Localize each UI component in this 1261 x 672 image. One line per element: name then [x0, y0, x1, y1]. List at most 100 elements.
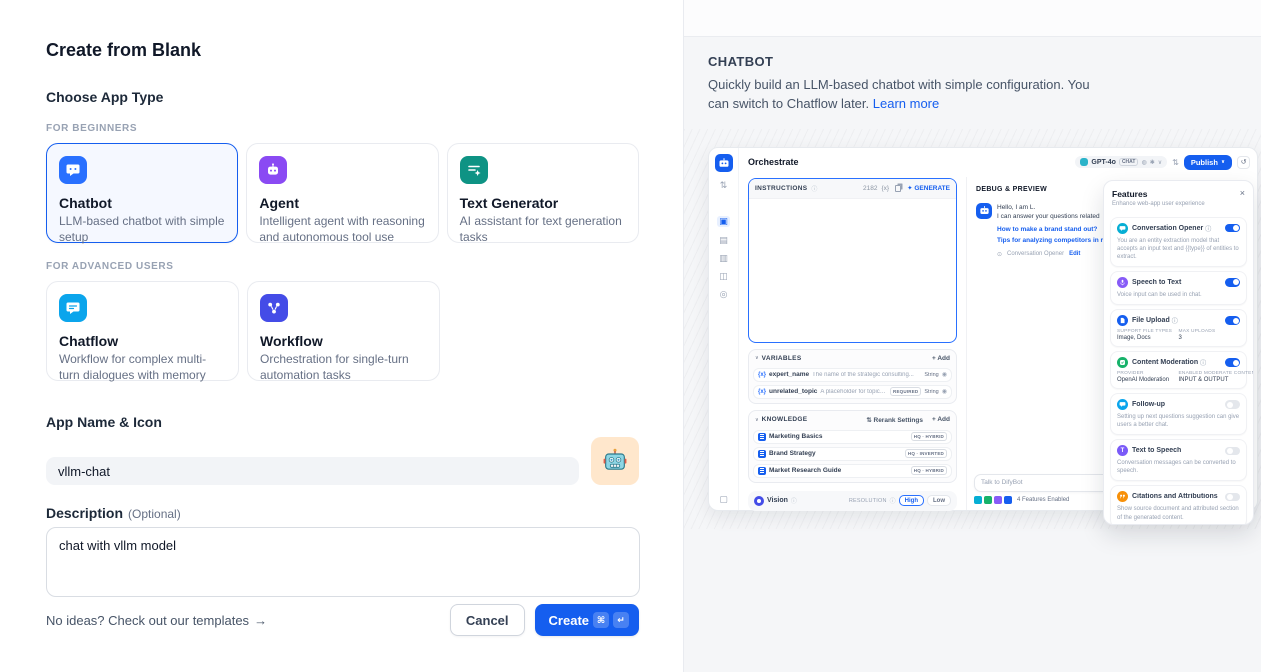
- add-variable-button: + Add: [932, 355, 950, 362]
- moderation-feature-icon: [984, 496, 992, 504]
- app-type-card-chatbot[interactable]: Chatbot LLM-based chatbot with simple se…: [46, 143, 238, 243]
- preview-app-title: Orchestrate: [748, 157, 799, 167]
- app-type-card-agent[interactable]: Agent Intelligent agent with reasoning a…: [246, 143, 438, 243]
- knowledge-row: Brand Strategy HQ · INVERTED: [753, 447, 952, 461]
- info-icon: ⓘ: [1200, 358, 1206, 367]
- resolution-low-option: Low: [927, 495, 951, 506]
- swap-icon: ⇅: [720, 181, 728, 190]
- card-title: Chatflow: [59, 333, 226, 349]
- required-badge: REQUIRED: [890, 387, 921, 396]
- knowledge-card: ∨ KNOWLEDGE ⇅ Rerank Settings + Add Mark…: [748, 410, 957, 483]
- app-type-card-chatflow[interactable]: Chatflow Workflow for complex multi-turn…: [46, 281, 239, 381]
- chevron-down-icon: ∨: [1158, 159, 1162, 166]
- follow-up-icon: [1117, 399, 1128, 410]
- chevron-down-icon: ∨: [1221, 159, 1225, 165]
- gallery-nav-icon: ▤: [719, 236, 728, 245]
- variable-row: {x} expert_name The name of the strategi…: [753, 368, 952, 382]
- history-icon: ↺: [1237, 156, 1250, 169]
- toggle-on: [1225, 278, 1240, 287]
- preview-sidebar: ⇅ ▣ ▤ ▥ ◫ ◎ ▢: [709, 148, 739, 510]
- beginner-cards-row: Chatbot LLM-based chatbot with simple se…: [46, 143, 639, 243]
- features-panel: Features × Enhance web-app user experien…: [1103, 180, 1254, 525]
- preview-illustration-area: ⇅ ▣ ▤ ▥ ◫ ◎ ▢ Orchestrate GPT-4o: [684, 129, 1261, 529]
- top-strip: [684, 0, 1261, 37]
- resolution-high-option: High: [899, 495, 924, 506]
- preview-description: Quickly build an LLM-based chatbot with …: [708, 76, 1106, 114]
- app-type-card-workflow[interactable]: Workflow Orchestration for single-turn a…: [247, 281, 440, 381]
- content-moderation-icon: [1117, 357, 1128, 368]
- char-count: 2182: [863, 185, 877, 192]
- opener-icon: ⊙: [997, 251, 1002, 258]
- feature-content-moderation: Content Moderationⓘ PROVIDER OpenAI Mode…: [1110, 351, 1247, 389]
- text-generator-icon: [460, 156, 488, 184]
- chevron-down-icon: ∨: [755, 417, 759, 423]
- rerank-toggle-icon: ⇅: [1172, 158, 1179, 167]
- create-button[interactable]: Create ⌘ ↵: [535, 604, 639, 636]
- learn-more-link[interactable]: Learn more: [873, 96, 939, 111]
- workflow-icon: [260, 294, 288, 322]
- preview-topbar: Orchestrate GPT-4o CHAT ◍ ✱ ∨ ⇅ Publish …: [739, 148, 1257, 177]
- toggle-on: [1225, 224, 1240, 233]
- cmd-key-icon: ⌘: [593, 612, 609, 628]
- model-mode-badge: CHAT: [1119, 158, 1139, 166]
- instructions-panel: INSTRUCTIONS ⓘ 2182 {x} ✦ GENERATE: [748, 178, 957, 343]
- variable-icon: {x}: [882, 185, 890, 192]
- rerank-settings-button: ⇅ Rerank Settings: [866, 416, 923, 424]
- variable-icon: {x}: [758, 389, 766, 395]
- card-description: Workflow for complex multi-turn dialogue…: [59, 352, 226, 384]
- info-icon: ⓘ: [890, 496, 896, 505]
- description-textarea[interactable]: chat with vllm model: [46, 527, 640, 597]
- create-app-modal: Create from Blank Choose App Type FOR BE…: [0, 0, 684, 672]
- info-icon: ⓘ: [811, 184, 817, 193]
- templates-link[interactable]: No ideas? Check out our templates →: [46, 613, 267, 628]
- app-name-input[interactable]: [46, 457, 579, 485]
- logs-nav-icon: ▥: [719, 254, 728, 263]
- speech-to-text-icon: [1117, 277, 1128, 288]
- opener-feature-icon: [974, 496, 982, 504]
- agent-icon: [259, 156, 287, 184]
- generate-button: ✦ GENERATE: [907, 184, 950, 192]
- vision-setting-row: Vision ⓘ RESOLUTION ⓘ High Low: [748, 491, 957, 511]
- preview-config-column: INSTRUCTIONS ⓘ 2182 {x} ✦ GENERATE: [739, 177, 957, 510]
- feature-file-upload: File Uploadⓘ SUPPORT FILE TYPES Image, D…: [1110, 309, 1247, 347]
- model-temp-icon: ◍: [1141, 159, 1146, 166]
- card-description: Intelligent agent with reasoning and aut…: [259, 214, 425, 246]
- text-to-speech-icon: T: [1117, 445, 1128, 456]
- cancel-button[interactable]: Cancel: [450, 604, 525, 636]
- variable-settings-icon: ◉: [942, 388, 947, 395]
- notes-nav-icon: ◫: [719, 272, 728, 281]
- collapse-icon: ▢: [719, 495, 728, 504]
- app-icon-picker[interactable]: [591, 437, 639, 485]
- feature-text-to-speech: T Text to Speech Conversation messages c…: [1110, 439, 1247, 481]
- feature-conversation-opener: Conversation Openerⓘ You are an entity e…: [1110, 217, 1247, 267]
- index-mode-badge: HQ · HYBRID: [911, 432, 947, 441]
- beginners-group-label: FOR BEGINNERS: [46, 123, 639, 134]
- close-icon: ×: [1240, 189, 1245, 198]
- info-icon: ⓘ: [791, 496, 797, 505]
- description-optional-label: (Optional): [128, 507, 181, 521]
- app-type-card-text-generator[interactable]: Text Generator AI assistant for text gen…: [447, 143, 639, 243]
- card-description: Orchestration for single-turn automation…: [260, 352, 427, 384]
- preview-app-logo-icon: [715, 154, 733, 172]
- info-icon: ⓘ: [1205, 224, 1211, 233]
- bot-avatar: [976, 203, 992, 219]
- variable-settings-icon: ◉: [942, 371, 947, 378]
- copy-icon: [895, 185, 901, 192]
- info-icon: ⓘ: [1172, 316, 1178, 325]
- instructions-label: INSTRUCTIONS: [755, 185, 807, 192]
- toggle-off: [1225, 447, 1240, 456]
- variables-card: ∨ VARIABLES + Add {x} expert_name The na…: [748, 349, 957, 404]
- knowledge-doc-icon: [758, 450, 766, 458]
- preview-heading: CHATBOT: [708, 54, 1237, 69]
- card-title: Agent: [259, 195, 425, 211]
- card-title: Chatbot: [59, 195, 225, 211]
- upload-feature-icon: [1004, 496, 1012, 504]
- model-name: GPT-4o: [1091, 159, 1116, 166]
- advanced-cards-row: Chatflow Workflow for complex multi-turn…: [46, 281, 639, 381]
- vision-eye-icon: [754, 496, 764, 506]
- arrow-right-icon: →: [254, 613, 267, 628]
- chevron-down-icon: ∨: [755, 355, 759, 361]
- choose-app-type-heading: Choose App Type: [46, 89, 639, 105]
- variable-row: {x} unrelated_topic A placeholder for to…: [753, 385, 952, 399]
- modal-footer: No ideas? Check out our templates → Canc…: [46, 604, 639, 636]
